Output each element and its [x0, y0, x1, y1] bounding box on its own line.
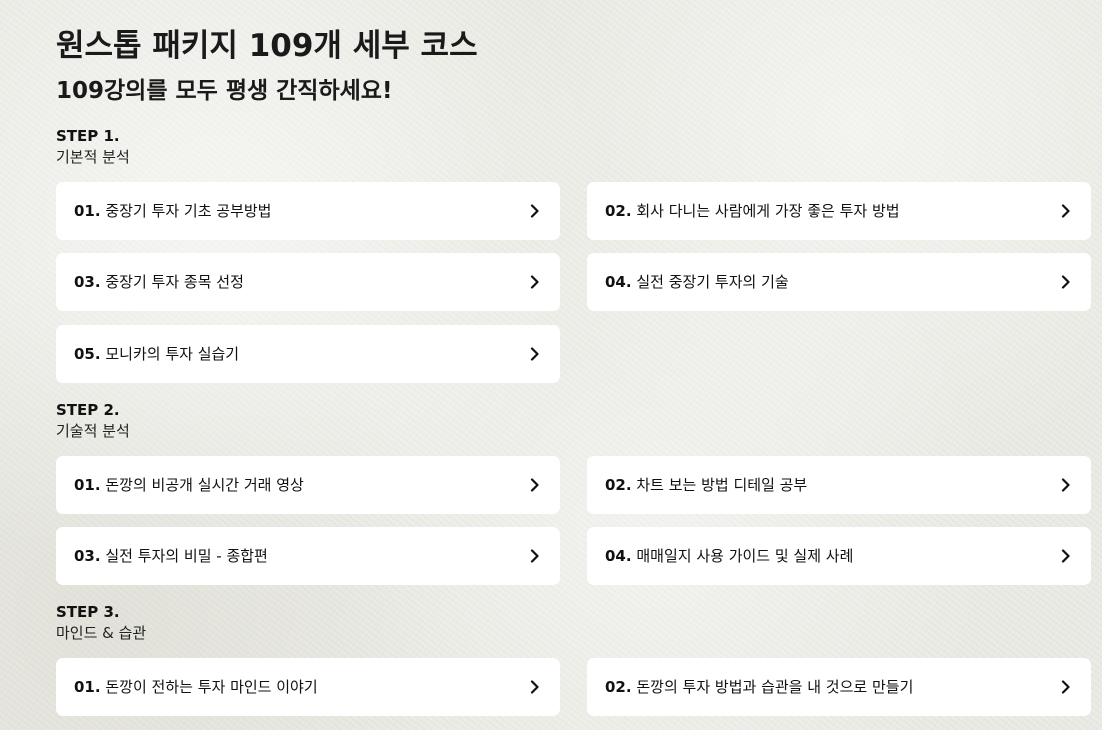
- lesson-card[interactable]: 04. 실전 중장기 투자의 기술: [587, 253, 1091, 311]
- step-name: 마인드 & 습관: [56, 624, 147, 642]
- lesson-title: 돈깡의 비공개 실시간 거래 영상: [105, 476, 304, 494]
- lesson-number: 05.: [74, 345, 101, 363]
- chevron-right-icon: [1059, 275, 1073, 289]
- chevron-right-icon: [528, 549, 542, 563]
- step-label: STEP 3.: [56, 603, 120, 621]
- chevron-right-icon: [1059, 478, 1073, 492]
- lesson-title: 매매일지 사용 가이드 및 실제 사례: [636, 547, 854, 565]
- lesson-title: 돈깡이 전하는 투자 마인드 이야기: [105, 678, 318, 696]
- lesson-title: 중장기 투자 종목 선정: [105, 273, 244, 291]
- lesson-title: 돈깡의 투자 방법과 습관을 내 것으로 만들기: [636, 678, 914, 696]
- lesson-card[interactable]: 04. 매매일지 사용 가이드 및 실제 사례: [587, 527, 1091, 585]
- lesson-card[interactable]: 03. 실전 투자의 비밀 - 종합편: [56, 527, 560, 585]
- lesson-title: 실전 중장기 투자의 기술: [636, 273, 789, 291]
- chevron-right-icon: [1059, 549, 1073, 563]
- lesson-text: 01. 중장기 투자 기초 공부방법: [74, 201, 528, 221]
- lesson-number: 02.: [605, 202, 632, 220]
- lesson-text: 05. 모니카의 투자 실습기: [74, 344, 528, 364]
- lesson-card[interactable]: 05. 모니카의 투자 실습기: [56, 325, 560, 383]
- lesson-number: 02.: [605, 678, 632, 696]
- lesson-text: 03. 중장기 투자 종목 선정: [74, 272, 528, 292]
- lesson-text: 01. 돈깡이 전하는 투자 마인드 이야기: [74, 677, 528, 697]
- step-label: STEP 2.: [56, 401, 120, 419]
- lesson-text: 02. 차트 보는 방법 디테일 공부: [605, 475, 1059, 495]
- lesson-number: 03.: [74, 273, 101, 291]
- lesson-text: 04. 실전 중장기 투자의 기술: [605, 272, 1059, 292]
- lesson-number: 01.: [74, 202, 101, 220]
- step-label: STEP 1.: [56, 127, 120, 145]
- page-title: 원스톱 패키지 109개 세부 코스: [56, 28, 478, 64]
- page-subtitle: 109강의를 모두 평생 간직하세요!: [56, 78, 393, 104]
- chevron-right-icon: [528, 275, 542, 289]
- chevron-right-icon: [528, 680, 542, 694]
- lesson-text: 04. 매매일지 사용 가이드 및 실제 사례: [605, 546, 1059, 566]
- lesson-card[interactable]: 01. 중장기 투자 기초 공부방법: [56, 182, 560, 240]
- step-name: 기본적 분석: [56, 148, 130, 166]
- chevron-right-icon: [1059, 680, 1073, 694]
- chevron-right-icon: [528, 478, 542, 492]
- lesson-title: 실전 투자의 비밀 - 종합편: [105, 547, 268, 565]
- step-name: 기술적 분석: [56, 422, 130, 440]
- lesson-text: 01. 돈깡의 비공개 실시간 거래 영상: [74, 475, 528, 495]
- lesson-card[interactable]: 02. 돈깡의 투자 방법과 습관을 내 것으로 만들기: [587, 658, 1091, 716]
- lesson-card[interactable]: 02. 차트 보는 방법 디테일 공부: [587, 456, 1091, 514]
- lesson-number: 04.: [605, 273, 632, 291]
- lesson-number: 01.: [74, 678, 101, 696]
- lesson-number: 02.: [605, 476, 632, 494]
- lesson-text: 02. 회사 다니는 사람에게 가장 좋은 투자 방법: [605, 201, 1059, 221]
- lesson-title: 모니카의 투자 실습기: [105, 345, 240, 363]
- lesson-number: 04.: [605, 547, 632, 565]
- lesson-card[interactable]: 03. 중장기 투자 종목 선정: [56, 253, 560, 311]
- lesson-text: 03. 실전 투자의 비밀 - 종합편: [74, 546, 528, 566]
- lesson-number: 01.: [74, 476, 101, 494]
- lesson-card[interactable]: 02. 회사 다니는 사람에게 가장 좋은 투자 방법: [587, 182, 1091, 240]
- lesson-title: 중장기 투자 기초 공부방법: [105, 202, 272, 220]
- chevron-right-icon: [528, 204, 542, 218]
- lesson-card[interactable]: 01. 돈깡의 비공개 실시간 거래 영상: [56, 456, 560, 514]
- chevron-right-icon: [1059, 204, 1073, 218]
- lesson-text: 02. 돈깡의 투자 방법과 습관을 내 것으로 만들기: [605, 677, 1059, 697]
- lesson-card[interactable]: 01. 돈깡이 전하는 투자 마인드 이야기: [56, 658, 560, 716]
- lesson-number: 03.: [74, 547, 101, 565]
- lesson-title: 차트 보는 방법 디테일 공부: [636, 476, 808, 494]
- lesson-title: 회사 다니는 사람에게 가장 좋은 투자 방법: [636, 202, 900, 220]
- chevron-right-icon: [528, 347, 542, 361]
